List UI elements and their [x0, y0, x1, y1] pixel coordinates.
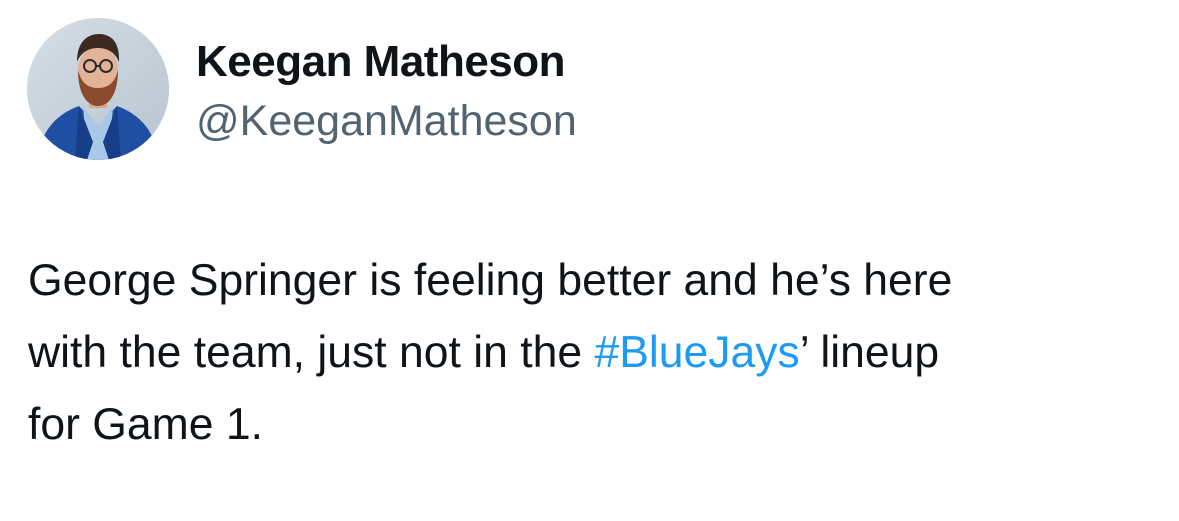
hashtag-link[interactable]: #BlueJays: [594, 328, 799, 377]
author-name[interactable]: Keegan Matheson: [196, 36, 566, 88]
tweet-line-2: with the team, just not in the #BlueJays…: [28, 317, 1168, 389]
profile-photo-icon: [27, 18, 169, 160]
tweet-text: George Springer is feeling better and he…: [28, 245, 1168, 461]
tweet-line-2-end: ’ lineup: [799, 328, 940, 377]
author-handle[interactable]: @KeeganMatheson: [196, 95, 577, 147]
avatar[interactable]: [27, 18, 169, 160]
tweet-line-3: for Game 1.: [28, 400, 263, 449]
tweet-line-2-start: with the team, just not in the: [28, 328, 595, 377]
tweet-card: Keegan Matheson @KeeganMatheson George S…: [0, 0, 1179, 521]
tweet-line-1: George Springer is feeling better and he…: [28, 256, 953, 305]
